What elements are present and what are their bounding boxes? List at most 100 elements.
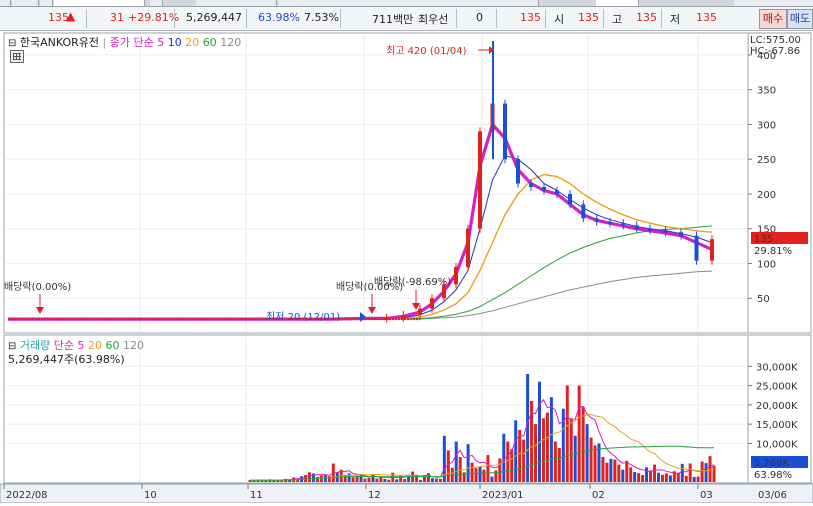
date-tick-label: 2022/08 xyxy=(6,490,48,501)
toolbar-cell[interactable] xyxy=(278,0,539,6)
price-tick-label: 200 xyxy=(757,190,776,201)
candle-down xyxy=(568,193,572,205)
volume-bar-up xyxy=(534,424,538,482)
candle-up xyxy=(454,266,458,285)
volume-bar-down xyxy=(621,469,625,482)
candle-down xyxy=(542,187,546,191)
volume-bar-up xyxy=(363,478,367,482)
volume-bar-up xyxy=(629,467,633,482)
volume-bar-down xyxy=(514,420,518,482)
volume-bar-up xyxy=(625,460,629,482)
volume-bar-up xyxy=(474,468,478,482)
price-change-pct: +29.81% xyxy=(128,11,180,24)
high-price: 135 xyxy=(636,11,657,24)
ask-price: 135 xyxy=(520,11,541,24)
best-bid-label: 최우선 xyxy=(418,13,449,26)
volume-bar-down xyxy=(668,475,672,482)
volume-value: 5,269,447 xyxy=(186,11,242,24)
volume-ma-120: 120 xyxy=(123,339,145,352)
volume-tick-label: 20,000K xyxy=(756,401,798,412)
candle-down xyxy=(503,103,507,160)
volume-bar-up xyxy=(486,455,490,482)
volume-bar-down xyxy=(419,480,423,482)
volume-bar-up xyxy=(375,478,379,482)
volume-bar-up xyxy=(617,464,621,482)
volume-bar-up xyxy=(641,475,645,482)
grid-settings-icon[interactable] xyxy=(10,50,24,63)
price-tick-label: 250 xyxy=(757,155,776,166)
volume-bar-down xyxy=(656,472,660,482)
price-tick-label: 300 xyxy=(757,120,776,131)
volume-bar-up xyxy=(541,418,545,482)
volume-bar-up xyxy=(434,478,438,482)
volume-bar-up xyxy=(649,470,653,482)
date-axis-frame xyxy=(0,483,813,504)
volume-bar-up xyxy=(403,478,407,482)
volume-bar-down xyxy=(264,480,268,482)
toolbar-cell[interactable] xyxy=(12,0,39,6)
stock-code-input[interactable] xyxy=(54,0,145,6)
volume-bar-up xyxy=(684,475,688,482)
volume-bar-down xyxy=(549,397,553,482)
volume-bar-up xyxy=(557,448,561,482)
date-tick-label: 03/06 xyxy=(758,490,787,501)
stock-chart[interactable]: 50100150200250300350400 10,000K15,000K20… xyxy=(0,31,813,504)
candle-up xyxy=(418,308,422,315)
low-label: 저 xyxy=(670,13,681,26)
volume-bar-up xyxy=(545,412,549,482)
low-price: 135 xyxy=(696,11,717,24)
lc-label: LC:575.00 xyxy=(750,35,801,46)
price-tick-label: 350 xyxy=(757,86,776,97)
volume-bar-up xyxy=(470,462,474,482)
date-tick-label: 03 xyxy=(700,490,713,501)
price-tick-label: 100 xyxy=(757,259,776,270)
candle-up xyxy=(710,239,714,261)
date-tick-label: 12 xyxy=(368,490,381,501)
volume-bar-up xyxy=(700,461,704,482)
volume-bar-up xyxy=(351,477,355,482)
volume-bar-down xyxy=(478,466,482,482)
volume-bar-up xyxy=(522,439,526,482)
current-volume-pct: 63.98% xyxy=(754,470,792,481)
volume-bar-up xyxy=(426,473,430,482)
candle-down xyxy=(581,204,586,219)
volume-tick-label: 10,000K xyxy=(756,439,798,450)
open-label: 시 xyxy=(554,13,565,26)
hc-label: HC:-67.86 xyxy=(750,46,800,57)
volume-summary: 5,269,447주(63.98%) xyxy=(8,353,125,366)
high-label: 고 xyxy=(612,13,623,26)
price-axis-frame xyxy=(747,32,812,334)
volume-bar-down xyxy=(383,478,387,482)
toolbar-cell[interactable] xyxy=(0,0,11,6)
buy-button[interactable]: 매수 xyxy=(759,9,787,29)
stock-name: 한국ANKOR유전 xyxy=(19,36,100,49)
sell-button[interactable]: 매도 xyxy=(787,9,813,29)
volume-ratio: 63.98% xyxy=(258,11,300,24)
toolbar-cell[interactable] xyxy=(150,0,163,6)
candle-down xyxy=(634,225,639,229)
toolbar-cell[interactable] xyxy=(734,0,813,6)
chart-area[interactable]: 50 100 150 200 250 300 350 400 10,000K 15,000K 20… xyxy=(0,31,813,504)
volume-bar-up xyxy=(605,462,609,482)
ma-period-120: 120 xyxy=(220,36,242,49)
volume-bar-down xyxy=(466,444,470,482)
candle-down xyxy=(555,190,559,194)
turnover-rate: 7.53% xyxy=(304,11,339,24)
volume-bar-down xyxy=(692,476,696,482)
candle-up xyxy=(478,131,482,229)
toolbar-cell[interactable] xyxy=(40,0,53,6)
toolbar-cell[interactable] xyxy=(196,0,277,6)
volume-bar-up xyxy=(712,465,716,482)
volume-bar-up xyxy=(506,441,510,482)
volume-bar-up xyxy=(637,473,641,482)
volume-bar-up xyxy=(581,406,585,482)
candle-up xyxy=(401,314,406,318)
date-tick-label: 10 xyxy=(144,490,157,501)
toolbar-cell[interactable] xyxy=(596,0,639,6)
volume-bar-up xyxy=(664,473,668,482)
candle-up xyxy=(430,298,434,309)
volume-bar-up xyxy=(438,478,442,482)
volume-bar-down xyxy=(609,458,613,482)
candle-up xyxy=(384,317,389,320)
collapse-icon[interactable]: ⊟ xyxy=(8,38,16,49)
